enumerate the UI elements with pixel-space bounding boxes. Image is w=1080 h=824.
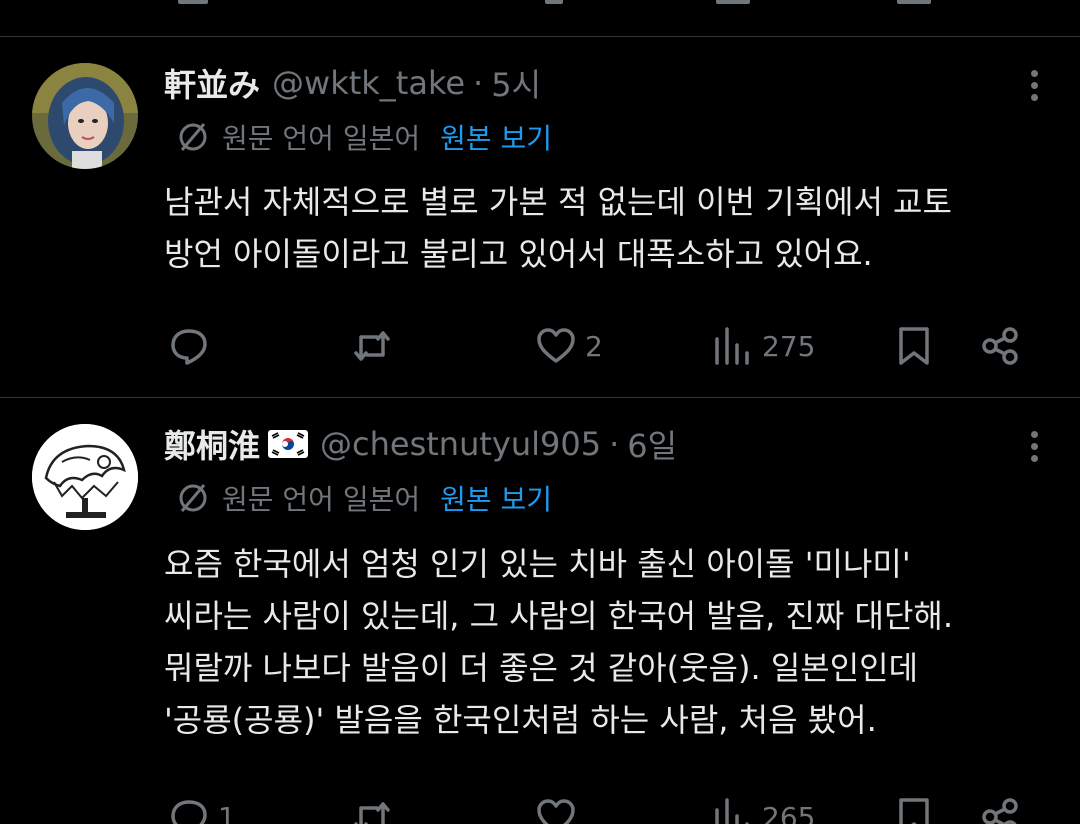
post-text: 요즘 한국에서 엄청 인기 있는 치바 출신 아이돌 '미나미' 씨라는 사람이… xyxy=(164,538,1044,746)
more-icon[interactable] xyxy=(1028,67,1040,103)
bookmark-button[interactable] xyxy=(893,792,935,824)
like-button[interactable]: 2 xyxy=(535,321,603,371)
translate-icon xyxy=(179,123,207,151)
reply-icon xyxy=(171,329,207,365)
heart-icon xyxy=(537,328,575,363)
bookmark-button[interactable] xyxy=(893,321,935,371)
reply-icon xyxy=(171,800,207,824)
previous-post-actions xyxy=(0,0,1080,37)
post-header: 軒並み @wktk_take · 5시 xyxy=(164,61,541,105)
post-text-line: 요즘 한국에서 엄청 인기 있는 치바 출신 아이돌 '미나미' xyxy=(164,545,911,583)
action-bar: 2 275 xyxy=(0,321,1080,371)
post-text-line: 남관서 자체적으로 별로 가본 적 없는데 이번 기획에서 교토 xyxy=(164,183,952,221)
post-text-line: 뭐랄까 나보다 발음이 더 좋은 것 같아(웃음). 일본인인데 xyxy=(164,649,919,687)
views-button[interactable]: 275 xyxy=(712,321,815,371)
post-text: 남관서 자체적으로 별로 가본 적 없는데 이번 기획에서 교토 방언 아이돌이… xyxy=(164,176,1044,280)
share-button[interactable] xyxy=(980,792,1022,824)
bookmark-icon xyxy=(899,327,929,365)
post[interactable]: 鄭桐淮 @chestnutyul905 · 6일 원문 언어 일본어 원본 보기… xyxy=(0,398,1080,824)
handle[interactable]: @chestnutyul905 xyxy=(320,425,601,463)
share-button[interactable] xyxy=(980,321,1022,371)
timestamp[interactable]: 5시 xyxy=(491,60,541,106)
share-icon xyxy=(982,327,1018,365)
heart-icon xyxy=(537,799,575,824)
handle[interactable]: @wktk_take xyxy=(272,64,465,102)
display-name[interactable]: 鄭桐淮 xyxy=(164,421,260,467)
post-header: 鄭桐淮 @chestnutyul905 · 6일 xyxy=(164,422,677,466)
reply-button[interactable] xyxy=(168,321,218,371)
views-icon xyxy=(715,798,749,824)
heart-icon[interactable] xyxy=(545,0,563,4)
post-text-line: '공룡(공룡)' 발음을 한국인처럼 하는 사람, 처음 봤어. xyxy=(164,701,877,739)
original-language-label: 원문 언어 일본어 xyxy=(222,122,421,155)
separator: · xyxy=(473,64,484,102)
reply-icon[interactable] xyxy=(178,0,208,4)
views-icon[interactable] xyxy=(716,0,750,4)
view-count: 275 xyxy=(762,329,816,363)
like-count: 2 xyxy=(585,329,603,363)
views-button[interactable]: 265 xyxy=(712,792,815,824)
view-original-link[interactable]: 원본 보기 xyxy=(440,478,552,518)
bookmark-icon[interactable] xyxy=(897,0,931,4)
reply-count: 1 xyxy=(218,800,236,824)
timestamp[interactable]: 6일 xyxy=(627,421,677,467)
translation-notice: 원문 언어 일본어 원본 보기 xyxy=(176,478,552,518)
original-language-label: 원문 언어 일본어 xyxy=(222,483,421,516)
post-text-line: 방언 아이돌이라고 불리고 있어서 대폭소하고 있어요. xyxy=(164,235,873,273)
translation-notice: 원문 언어 일본어 원본 보기 xyxy=(176,117,552,157)
reply-button[interactable]: 1 xyxy=(168,792,236,824)
display-name[interactable]: 軒並み xyxy=(164,60,260,106)
action-bar: 1 265 xyxy=(0,792,1080,824)
post[interactable]: 軒並み @wktk_take · 5시 원문 언어 일본어 원본 보기 남관서 … xyxy=(0,37,1080,398)
view-original-link[interactable]: 원본 보기 xyxy=(440,117,552,157)
repost-button[interactable] xyxy=(351,792,401,824)
avatar[interactable] xyxy=(32,424,138,530)
south-korea-flag-icon xyxy=(268,430,309,458)
translate-icon xyxy=(179,484,207,512)
separator: · xyxy=(609,425,620,463)
view-count: 265 xyxy=(762,800,816,824)
repost-button[interactable] xyxy=(351,321,401,371)
bookmark-icon xyxy=(899,798,929,824)
post-text-line: 씨라는 사람이 있는데, 그 사람의 한국어 발음, 진짜 대단해. xyxy=(164,597,954,635)
views-icon xyxy=(715,327,749,365)
timeline: 軒並み @wktk_take · 5시 원문 언어 일본어 원본 보기 남관서 … xyxy=(0,0,1080,824)
more-icon[interactable] xyxy=(1028,428,1040,464)
repost-icon xyxy=(354,802,390,824)
share-icon xyxy=(982,798,1018,824)
repost-icon xyxy=(354,331,390,361)
avatar[interactable] xyxy=(32,63,138,169)
like-button[interactable] xyxy=(535,792,585,824)
